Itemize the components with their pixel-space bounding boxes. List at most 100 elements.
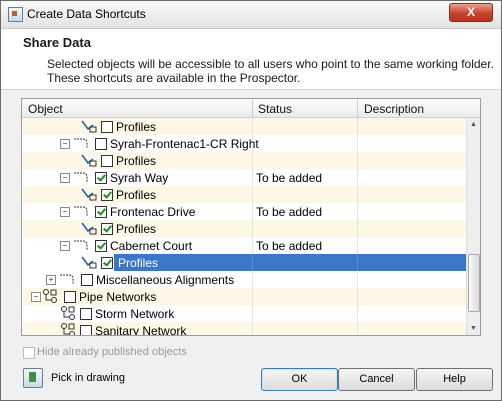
row-label: Profiles — [116, 222, 157, 236]
row-checkbox[interactable] — [101, 121, 113, 133]
profile-icon — [81, 154, 97, 167]
vertical-scrollbar[interactable]: ▲ ▼ — [466, 118, 480, 335]
help-button[interactable]: Help — [416, 368, 493, 391]
row-checkbox[interactable] — [80, 308, 92, 320]
profile-icon — [81, 222, 97, 235]
row-description — [358, 152, 466, 169]
scroll-up-arrow-icon[interactable]: ▲ — [470, 121, 477, 128]
tree-row[interactable]: − Syrah-Frontenac1-CR Right — [22, 135, 466, 152]
row-label: Miscellaneous Alignments — [96, 273, 235, 287]
column-header-description[interactable]: Description — [364, 102, 424, 116]
row-checkbox[interactable] — [101, 155, 113, 167]
row-status: To be added — [256, 171, 323, 185]
row-status: To be added — [256, 205, 323, 219]
alignment-icon — [74, 172, 88, 182]
profile-icon — [81, 188, 97, 201]
expand-toggle[interactable]: + — [46, 275, 56, 285]
header-panel: Share Data Selected objects will be acce… — [1, 29, 501, 90]
create-data-shortcuts-dialog: Create Data Shortcuts X Share Data Selec… — [0, 0, 502, 401]
tree-row-selected[interactable]: Profiles — [22, 254, 466, 271]
collapse-toggle[interactable]: − — [60, 139, 70, 149]
row-label: Cabernet Court — [110, 239, 193, 253]
row-description — [358, 135, 466, 152]
row-label: Syrah-Frontenac1-CR Right — [110, 137, 259, 151]
column-header: Object Status Description — [22, 99, 480, 118]
collapse-toggle[interactable]: − — [60, 173, 70, 183]
row-description — [358, 186, 466, 203]
row-description — [358, 322, 466, 335]
row-description — [358, 118, 466, 135]
row-description — [358, 169, 466, 186]
tree-row[interactable]: Profiles — [22, 220, 466, 237]
row-label: Profiles — [116, 154, 157, 168]
hide-published-label: Hide already published objects — [37, 346, 187, 358]
object-tree[interactable]: Object Status Description Profiles − Syr… — [21, 98, 481, 336]
tree-row[interactable]: Profiles — [22, 152, 466, 169]
tree-row[interactable]: − Pipe Networks — [22, 288, 466, 305]
row-description — [358, 305, 466, 322]
column-divider[interactable] — [357, 99, 358, 117]
row-label: Profiles — [118, 256, 159, 270]
row-checkbox[interactable] — [95, 172, 107, 184]
cancel-button[interactable]: Cancel — [338, 368, 415, 391]
tree-row[interactable]: Storm Network — [22, 305, 466, 322]
column-divider[interactable] — [252, 99, 253, 117]
tree-row[interactable]: Sanitary Network — [22, 322, 466, 336]
scrollbar-thumb[interactable] — [468, 254, 480, 312]
app-icon — [8, 7, 23, 22]
collapse-toggle[interactable]: − — [60, 207, 70, 217]
row-description — [358, 271, 466, 288]
row-label: Sanitary Network — [95, 324, 187, 336]
row-checkbox[interactable] — [81, 274, 93, 286]
profile-icon — [81, 120, 97, 133]
profile-icon — [81, 256, 97, 269]
title-bar: Create Data Shortcuts X — [1, 1, 501, 29]
description-line-1: Selected objects will be accessible to a… — [47, 57, 494, 71]
tree-row[interactable]: Profiles — [22, 118, 466, 135]
alignment-icon — [74, 138, 88, 148]
hide-published-checkbox[interactable] — [23, 347, 35, 359]
row-label: Profiles — [116, 188, 157, 202]
row-label: Storm Network — [95, 307, 175, 321]
row-label: Syrah Way — [110, 171, 169, 185]
row-checkbox[interactable] — [95, 138, 107, 150]
pipe-network-icon — [61, 306, 75, 320]
row-checkbox[interactable] — [80, 325, 92, 335]
column-header-object[interactable]: Object — [28, 102, 63, 116]
row-description — [358, 220, 466, 237]
section-description: Selected objects will be accessible to a… — [47, 57, 494, 85]
row-checkbox[interactable] — [101, 257, 113, 269]
section-title: Share Data — [23, 35, 91, 50]
alignment-icon — [74, 206, 88, 216]
tree-row[interactable]: + Miscellaneous Alignments — [22, 271, 466, 288]
pipe-network-icon — [61, 323, 75, 335]
alignment-icon — [74, 240, 88, 250]
row-status: To be added — [256, 239, 323, 253]
pick-in-drawing-icon[interactable] — [23, 368, 43, 388]
row-label: Profiles — [116, 120, 157, 134]
collapse-toggle[interactable]: − — [31, 292, 41, 302]
row-checkbox[interactable] — [64, 291, 76, 303]
row-checkbox[interactable] — [95, 206, 107, 218]
tree-row[interactable]: − Syrah Way To be added — [22, 169, 466, 186]
row-description — [358, 203, 466, 220]
column-header-status[interactable]: Status — [258, 102, 292, 116]
scroll-down-arrow-icon[interactable]: ▼ — [470, 325, 477, 332]
description-line-2: These shortcuts are available in the Pro… — [47, 71, 301, 85]
row-label: Pipe Networks — [79, 290, 157, 304]
tree-row[interactable]: Profiles — [22, 186, 466, 203]
pipe-network-icon — [43, 289, 57, 303]
collapse-toggle[interactable]: − — [60, 241, 70, 251]
close-button[interactable]: X — [449, 3, 493, 22]
row-description — [358, 237, 466, 254]
ok-button[interactable]: OK — [261, 368, 338, 391]
pick-in-drawing-label[interactable]: Pick in drawing — [51, 372, 125, 384]
row-checkbox[interactable] — [101, 189, 113, 201]
tree-row[interactable]: − Frontenac Drive To be added — [22, 203, 466, 220]
row-description — [358, 254, 466, 271]
alignment-icon — [60, 274, 74, 284]
row-checkbox[interactable] — [101, 223, 113, 235]
tree-row[interactable]: − Cabernet Court To be added — [22, 237, 466, 254]
row-label: Frontenac Drive — [110, 205, 196, 219]
row-checkbox[interactable] — [95, 240, 107, 252]
